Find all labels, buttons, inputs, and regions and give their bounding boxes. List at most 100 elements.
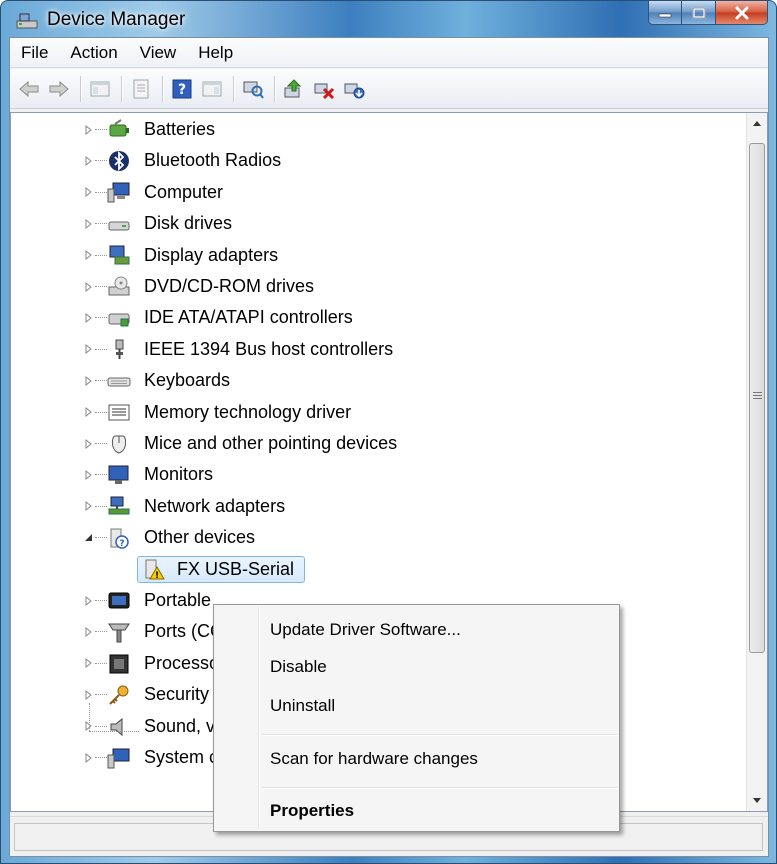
- forward-button[interactable]: [46, 76, 72, 102]
- tree-node-label: IDE ATA/ATAPI controllers: [144, 307, 353, 328]
- menu-file[interactable]: File: [10, 43, 59, 63]
- disk-drive-icon: [108, 221, 130, 231]
- expand-triangle-icon[interactable]: [84, 187, 94, 198]
- caption-buttons: [648, 1, 768, 27]
- update-driver-button[interactable]: [281, 76, 307, 102]
- tree-category-node[interactable]: Network adapters: [11, 491, 711, 522]
- collapse-triangle-icon[interactable]: [84, 533, 94, 543]
- computer-icon: [107, 182, 130, 203]
- close-button[interactable]: [716, 1, 768, 25]
- show-action-pane-button[interactable]: [199, 76, 225, 102]
- tree-category-node[interactable]: DVD/CD-ROM drives: [11, 271, 711, 302]
- expand-triangle-icon[interactable]: [84, 407, 94, 418]
- expand-triangle-icon[interactable]: [84, 344, 94, 355]
- disable-menu-item[interactable]: Disable: [270, 652, 327, 682]
- action-pane-icon: [202, 81, 222, 96]
- expand-triangle-icon[interactable]: [84, 218, 94, 229]
- expand-triangle-icon[interactable]: [84, 124, 94, 135]
- bluetooth-icon: [109, 150, 129, 172]
- device-manager-window: Device Manager File Action View Help ? B…: [0, 0, 777, 864]
- maximize-button[interactable]: [682, 1, 716, 25]
- ieee1394-icon: [115, 339, 124, 360]
- network-adapter-icon: [108, 496, 130, 515]
- tree-node-label: System c: [144, 747, 219, 767]
- minimize-button[interactable]: [648, 1, 682, 25]
- expand-triangle-icon[interactable]: [84, 155, 94, 166]
- tree-category-node[interactable]: Keyboards: [11, 365, 711, 396]
- mouse-icon: [111, 435, 127, 454]
- scroll-grip-icon: [753, 392, 762, 400]
- uninstall-button[interactable]: [311, 76, 337, 102]
- disable-button[interactable]: [341, 76, 367, 102]
- tree-category-node[interactable]: Bluetooth Radios: [11, 145, 711, 176]
- help-icon: ?: [172, 79, 192, 98]
- tree-category-node[interactable]: Memory technology driver: [11, 397, 711, 428]
- scroll-up-button[interactable]: [747, 113, 767, 133]
- show-hide-console-tree-button[interactable]: [87, 76, 113, 102]
- title-bar[interactable]: Device Manager: [1, 1, 776, 37]
- expand-triangle-icon[interactable]: [84, 626, 94, 637]
- tree-category-node[interactable]: IEEE 1394 Bus host controllers: [11, 334, 711, 365]
- expand-triangle-icon[interactable]: [84, 689, 94, 700]
- expand-triangle-icon[interactable]: [84, 438, 94, 449]
- scroll-down-icon: [753, 798, 761, 803]
- toolbar: ?: [10, 69, 768, 109]
- security-icon: [109, 685, 129, 705]
- expand-triangle-icon[interactable]: [84, 281, 94, 292]
- toolbar-separator: [80, 75, 81, 102]
- expand-triangle-icon[interactable]: [84, 312, 94, 323]
- expand-triangle-icon[interactable]: [84, 250, 94, 261]
- uninstall-menu-item[interactable]: Uninstall: [270, 691, 335, 721]
- scan-hardware-button[interactable]: [240, 76, 266, 102]
- tree-line: [95, 474, 107, 476]
- expand-triangle-icon[interactable]: [84, 595, 94, 606]
- expand-triangle-icon[interactable]: [84, 752, 94, 763]
- battery-icon: [109, 118, 129, 136]
- tree-line: [95, 254, 107, 256]
- tree-node-label: Computer: [144, 181, 224, 202]
- scroll-thumb[interactable]: [749, 143, 765, 653]
- warning-device-icon: !: [145, 559, 165, 580]
- tree-line: [95, 662, 107, 664]
- tree-category-node[interactable]: Computer: [11, 177, 711, 208]
- tree-line: [95, 725, 107, 727]
- tree-category-node[interactable]: IDE ATA/ATAPI controllers: [11, 302, 711, 333]
- port-icon: [108, 623, 130, 643]
- scroll-down-button[interactable]: [747, 791, 767, 811]
- back-button[interactable]: [16, 76, 42, 102]
- expand-triangle-icon[interactable]: [84, 469, 94, 480]
- properties-toolbar-button[interactable]: [128, 76, 154, 102]
- tree-category-node[interactable]: Monitors: [11, 459, 711, 490]
- tree-category-node[interactable]: Mice and other pointing devices: [11, 428, 711, 459]
- tree-line: [95, 631, 107, 633]
- tree-node-label: Other devices: [144, 527, 256, 548]
- tree-node-label: Disk drives: [144, 213, 233, 234]
- properties-menu-item[interactable]: Properties: [270, 796, 354, 826]
- tree-node-label: Security: [144, 684, 210, 705]
- tree-line: [89, 731, 139, 732]
- tree-child-node[interactable]: ! FX USB-Serial: [11, 554, 711, 585]
- expand-triangle-icon[interactable]: [84, 501, 94, 512]
- tree-line: [95, 223, 107, 225]
- toolbar-separator: [274, 75, 275, 102]
- scan-hardware-menu-item[interactable]: Scan for hardware changes: [270, 744, 478, 774]
- tree-node-label: Keyboards: [144, 370, 231, 391]
- tree-line: [95, 443, 107, 444]
- tree-category-node[interactable]: Display adapters: [11, 240, 711, 271]
- expand-triangle-icon[interactable]: [84, 375, 94, 386]
- tree-category-node[interactable]: Disk drives: [11, 208, 711, 239]
- help-toolbar-button[interactable]: ?: [169, 76, 195, 102]
- toolbar-separator: [233, 75, 234, 102]
- keyboard-icon: [107, 377, 131, 387]
- menu-action[interactable]: Action: [59, 43, 128, 63]
- vertical-scrollbar[interactable]: [746, 113, 767, 811]
- tree-category-node[interactable]: ? Other devices: [11, 522, 711, 553]
- update-driver-software-menu-item[interactable]: Update Driver Software...: [270, 615, 461, 645]
- menu-help[interactable]: Help: [187, 43, 244, 63]
- tree-category-node[interactable]: Batteries: [11, 114, 711, 145]
- tree-line: [95, 694, 107, 696]
- monitor-icon: [108, 465, 129, 484]
- context-menu: Update Driver Software... Disable Uninst…: [213, 604, 620, 832]
- menu-view[interactable]: View: [129, 43, 188, 63]
- expand-triangle-icon[interactable]: [84, 658, 94, 669]
